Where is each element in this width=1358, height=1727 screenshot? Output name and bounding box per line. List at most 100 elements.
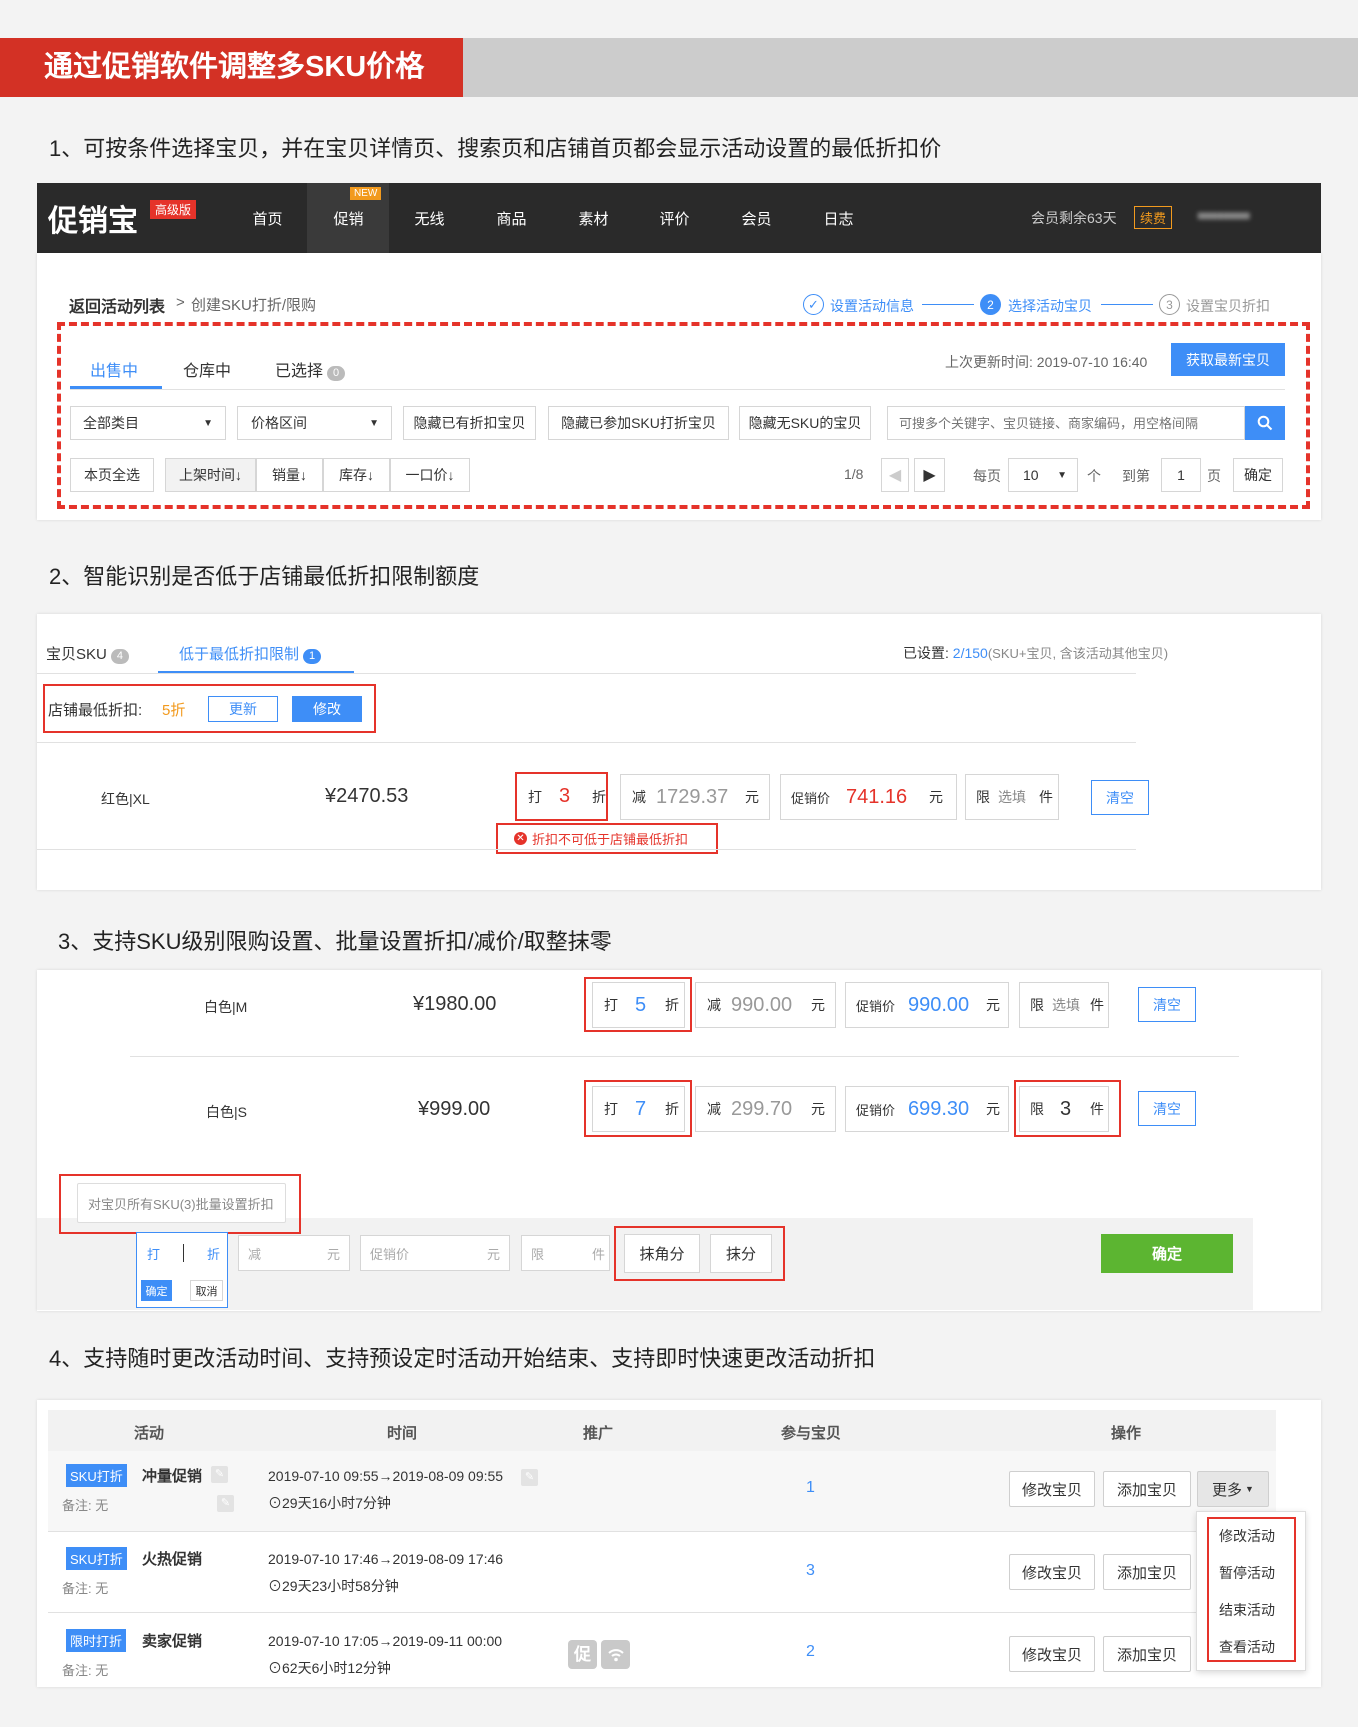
nav-member[interactable]: 会员 <box>716 183 797 253</box>
menu-end-activity[interactable]: 结束活动 <box>1219 1600 1275 1620</box>
reduce-input[interactable]: 减 990.00 元 <box>695 982 836 1028</box>
search-button[interactable] <box>1245 406 1285 440</box>
activity-name[interactable]: 火热促销 <box>142 1548 202 1569</box>
discount-input[interactable]: 打5折 <box>592 982 685 1028</box>
activity-name[interactable]: 卖家促销 <box>142 1630 202 1651</box>
page-indicator: 1/8 <box>844 466 864 482</box>
promo-badge-icon[interactable]: 促 <box>568 1640 597 1669</box>
fetch-latest-button[interactable]: 获取最新宝贝 <box>1171 343 1285 376</box>
nav-goods[interactable]: 商品 <box>471 183 552 253</box>
price-range-select[interactable]: 价格区间 ▼ <box>237 406 392 440</box>
wireless-icon[interactable] <box>601 1640 630 1669</box>
items-count[interactable]: 3 <box>806 1562 815 1580</box>
add-items-button[interactable]: 添加宝贝 <box>1103 1554 1191 1590</box>
nav-log[interactable]: 日志 <box>798 183 879 253</box>
step-3-label: 设置宝贝折扣 <box>1186 298 1270 314</box>
add-items-button[interactable]: 添加宝贝 <box>1103 1471 1191 1507</box>
sort-price[interactable]: 一口价↓ <box>390 458 470 492</box>
edit-icon[interactable]: ✎ <box>217 1495 234 1512</box>
select-page-button[interactable]: 本页全选 <box>70 458 154 492</box>
caret-down-icon: ▼ <box>1245 1484 1254 1494</box>
category-select[interactable]: 全部类目 ▼ <box>70 406 226 440</box>
items-count[interactable]: 2 <box>806 1643 815 1661</box>
sort-listing-time[interactable]: 上架时间↓ <box>165 458 256 492</box>
divider <box>37 673 1136 674</box>
clear-button[interactable]: 清空 <box>1091 780 1149 815</box>
next-page-button[interactable]: ▶ <box>914 458 945 492</box>
limit-input[interactable]: 限选填件 <box>1019 982 1109 1028</box>
per-page-select[interactable]: 10 ▼ <box>1008 458 1078 492</box>
goto-confirm-button[interactable]: 确定 <box>1233 458 1283 492</box>
activity-type-tag: 限时打折 <box>66 1629 127 1652</box>
menu-edit-activity[interactable]: 修改活动 <box>1219 1526 1275 1546</box>
nav-review[interactable]: 评价 <box>634 183 715 253</box>
batch-ok-button[interactable]: 确定 <box>141 1280 172 1301</box>
sort-sales[interactable]: 销量↓ <box>256 458 323 492</box>
limit-input[interactable]: 限3件 <box>1019 1086 1109 1132</box>
limit-input[interactable]: 限选填件 <box>965 774 1059 820</box>
nav-mobile[interactable]: 无线 <box>389 183 470 253</box>
tab-below-min[interactable]: 低于最低折扣限制 1 <box>179 643 322 664</box>
discount-input[interactable]: 打3折 <box>515 772 608 821</box>
clear-button[interactable]: 清空 <box>1138 1091 1196 1126</box>
batch-limit-input[interactable]: 限件 <box>521 1235 610 1271</box>
nav-material[interactable]: 素材 <box>553 183 634 253</box>
edit-items-button[interactable]: 修改宝贝 <box>1009 1471 1095 1507</box>
clock-icon: ⊙ <box>268 1578 282 1594</box>
step-3-num: 3 <box>1159 294 1180 315</box>
banner-bar <box>463 38 1358 97</box>
activity-note: 备注: 无 <box>62 1498 109 1513</box>
add-items-button[interactable]: 添加宝贝 <box>1103 1636 1191 1672</box>
discount-input[interactable]: 打7折 <box>592 1086 685 1132</box>
more-button[interactable]: 更多 ▼ <box>1197 1471 1269 1507</box>
confirm-button[interactable]: 确定 <box>1101 1234 1233 1273</box>
hide-no-sku-button[interactable]: 隐藏无SKU的宝贝 <box>739 406 871 440</box>
col-time: 时间 <box>387 1425 418 1442</box>
banner-title: 通过促销软件调整多SKU价格 <box>44 51 425 83</box>
round-fen-button[interactable]: 抹分 <box>710 1234 772 1273</box>
menu-pause-activity[interactable]: 暂停活动 <box>1219 1563 1275 1583</box>
promo-price-input[interactable]: 促销价 741.16 元 <box>780 774 957 820</box>
section-4-title: 4、支持随时更改活动时间、支持预设定时活动开始结束、支持即时快速更改活动折扣 <box>49 1346 876 1371</box>
col-actions: 操作 <box>1111 1425 1142 1442</box>
tab-selected[interactable]: 已选择 0 <box>275 357 346 381</box>
edit-button[interactable]: 修改 <box>292 696 362 722</box>
search-input[interactable] <box>887 406 1245 440</box>
menu-view-activity[interactable]: 查看活动 <box>1219 1637 1275 1657</box>
edit-icon[interactable]: ✎ <box>211 1466 228 1483</box>
promo-price-input[interactable]: 促销价 699.30 元 <box>845 1086 1009 1132</box>
refresh-button[interactable]: 更新 <box>208 696 278 722</box>
round-jiao-button[interactable]: 抹角分 <box>624 1234 700 1273</box>
sku-name: 红色|XL <box>101 791 150 807</box>
promo-price-input[interactable]: 促销价 990.00 元 <box>845 982 1009 1028</box>
step-line <box>922 304 974 305</box>
sku-price: ¥999.00 <box>418 1098 491 1120</box>
prev-page-button[interactable]: ◀ <box>881 458 909 492</box>
items-count[interactable]: 1 <box>806 1479 815 1497</box>
batch-cancel-button[interactable]: 取消 <box>190 1280 223 1301</box>
error-icon: ✕ <box>514 832 527 845</box>
edit-items-button[interactable]: 修改宝贝 <box>1009 1636 1095 1672</box>
back-link[interactable]: 返回活动列表 <box>69 293 165 317</box>
chevron-left-icon: ◀ <box>888 467 902 484</box>
reduce-input[interactable]: 减 299.70 元 <box>695 1086 836 1132</box>
clear-button[interactable]: 清空 <box>1138 987 1196 1022</box>
batch-promo-input[interactable]: 促销价元 <box>360 1235 510 1271</box>
goto-page-input[interactable]: 1 <box>1161 458 1201 492</box>
col-items: 参与宝贝 <box>781 1425 842 1442</box>
hide-discounted-button[interactable]: 隐藏已有折扣宝贝 <box>403 406 536 440</box>
batch-discount-input[interactable]: 打折 <box>140 1235 224 1271</box>
nav-home[interactable]: 首页 <box>227 183 308 253</box>
sort-stock[interactable]: 库存↓ <box>323 458 390 492</box>
tab-warehouse[interactable]: 仓库中 <box>183 357 231 381</box>
renew-button[interactable]: 续费 <box>1134 206 1173 229</box>
tab-on-sale[interactable]: 出售中 <box>90 357 138 381</box>
edit-items-button[interactable]: 修改宝贝 <box>1009 1554 1095 1590</box>
edit-icon[interactable]: ✎ <box>521 1469 538 1486</box>
reduce-input[interactable]: 减 1729.37 元 <box>620 774 770 820</box>
tab-sku[interactable]: 宝贝SKU 4 <box>46 643 129 664</box>
batch-reduce-input[interactable]: 减元 <box>238 1235 350 1271</box>
hide-sku-discount-button[interactable]: 隐藏已参加SKU打折宝贝 <box>548 406 729 440</box>
activity-name[interactable]: 冲量促销 <box>142 1465 202 1486</box>
nav-promo[interactable]: 促销 <box>308 183 389 253</box>
